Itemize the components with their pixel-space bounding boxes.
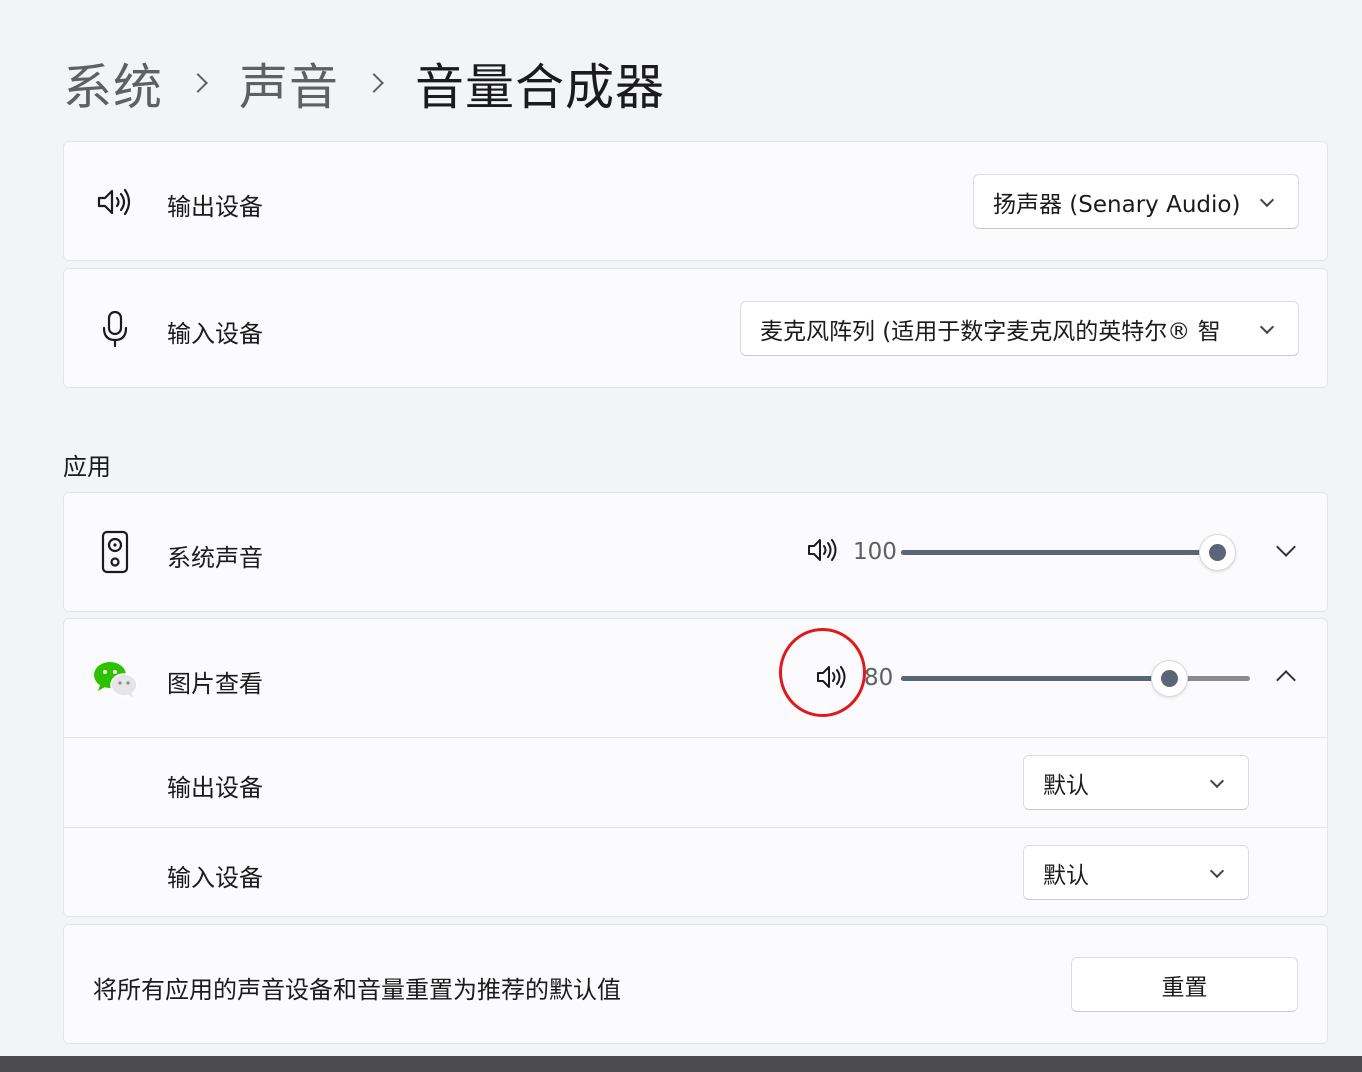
chevron-down-icon	[1209, 773, 1225, 789]
breadcrumb: 系统 声音 音量合成器	[63, 52, 665, 116]
volume-value: 80	[864, 665, 894, 691]
input-device-label: 输入设备	[167, 320, 263, 348]
input-device-value: 麦克风阵列 (适用于数字麦克风的英特尔® 智	[760, 318, 1221, 345]
reset-button[interactable]: 重置	[1071, 957, 1298, 1012]
collapse-chevron-up-icon[interactable]	[1276, 670, 1296, 690]
app-output-device-value: 默认	[1043, 772, 1089, 799]
highlight-circle	[779, 628, 866, 717]
volume-mixer-page: 系统 声音 音量合成器 输出设备 扬声器 (Senary Audio) 输入设备…	[0, 0, 1362, 1072]
app-name: 图片查看	[167, 670, 263, 698]
speaker-icon	[94, 181, 136, 223]
apps-section-title: 应用	[63, 453, 111, 481]
slider-fill	[901, 676, 1170, 681]
reset-card: 将所有应用的声音设备和音量重置为推荐的默认值 重置	[63, 924, 1328, 1044]
app-input-device-value: 默认	[1043, 862, 1089, 889]
breadcrumb-system[interactable]: 系统	[63, 48, 163, 119]
input-device-dropdown[interactable]: 麦克风阵列 (适用于数字麦克风的英特尔® 智	[740, 301, 1299, 356]
output-device-dropdown[interactable]: 扬声器 (Senary Audio)	[973, 174, 1299, 229]
slider-thumb[interactable]	[1151, 660, 1189, 697]
breadcrumb-separator-icon	[364, 73, 384, 93]
chevron-down-icon	[1259, 192, 1275, 208]
microphone-icon	[94, 308, 136, 350]
page-title: 音量合成器	[415, 58, 666, 116]
output-device-label: 输出设备	[167, 193, 263, 221]
app-row-system-sounds: 系统声音 100	[63, 492, 1328, 612]
wechat-icon	[91, 657, 139, 701]
breadcrumb-sound[interactable]: 声音	[239, 48, 339, 119]
input-device-card: 输入设备 麦克风阵列 (适用于数字麦克风的英特尔® 智	[63, 268, 1328, 388]
volume-value: 100	[853, 539, 897, 565]
app-output-device-label: 输出设备	[167, 774, 263, 802]
reset-description: 将所有应用的声音设备和音量重置为推荐的默认值	[93, 976, 621, 1004]
output-device-card: 输出设备 扬声器 (Senary Audio)	[63, 141, 1328, 261]
app-output-device-dropdown[interactable]: 默认	[1023, 755, 1249, 810]
app-name: 系统声音	[167, 544, 263, 572]
divider	[64, 737, 1327, 738]
taskbar-strip	[0, 1056, 1362, 1072]
app-row-image-viewer: 图片查看 80 输出设备 默认 输入设备 默认	[63, 618, 1328, 917]
breadcrumb-separator-icon	[188, 73, 208, 93]
system-sounds-icon	[94, 530, 136, 574]
app-input-device-dropdown[interactable]: 默认	[1023, 845, 1249, 900]
expand-chevron-down-icon[interactable]	[1276, 537, 1296, 557]
divider	[64, 827, 1327, 828]
volume-icon[interactable]	[806, 537, 840, 567]
volume-slider[interactable]	[901, 660, 1250, 697]
slider-fill	[901, 550, 1217, 555]
chevron-down-icon	[1209, 863, 1225, 879]
chevron-down-icon	[1259, 319, 1275, 335]
slider-thumb[interactable]	[1199, 534, 1236, 571]
volume-slider[interactable]	[901, 534, 1236, 571]
app-input-device-label: 输入设备	[167, 864, 263, 892]
output-device-value: 扬声器 (Senary Audio)	[993, 191, 1241, 218]
